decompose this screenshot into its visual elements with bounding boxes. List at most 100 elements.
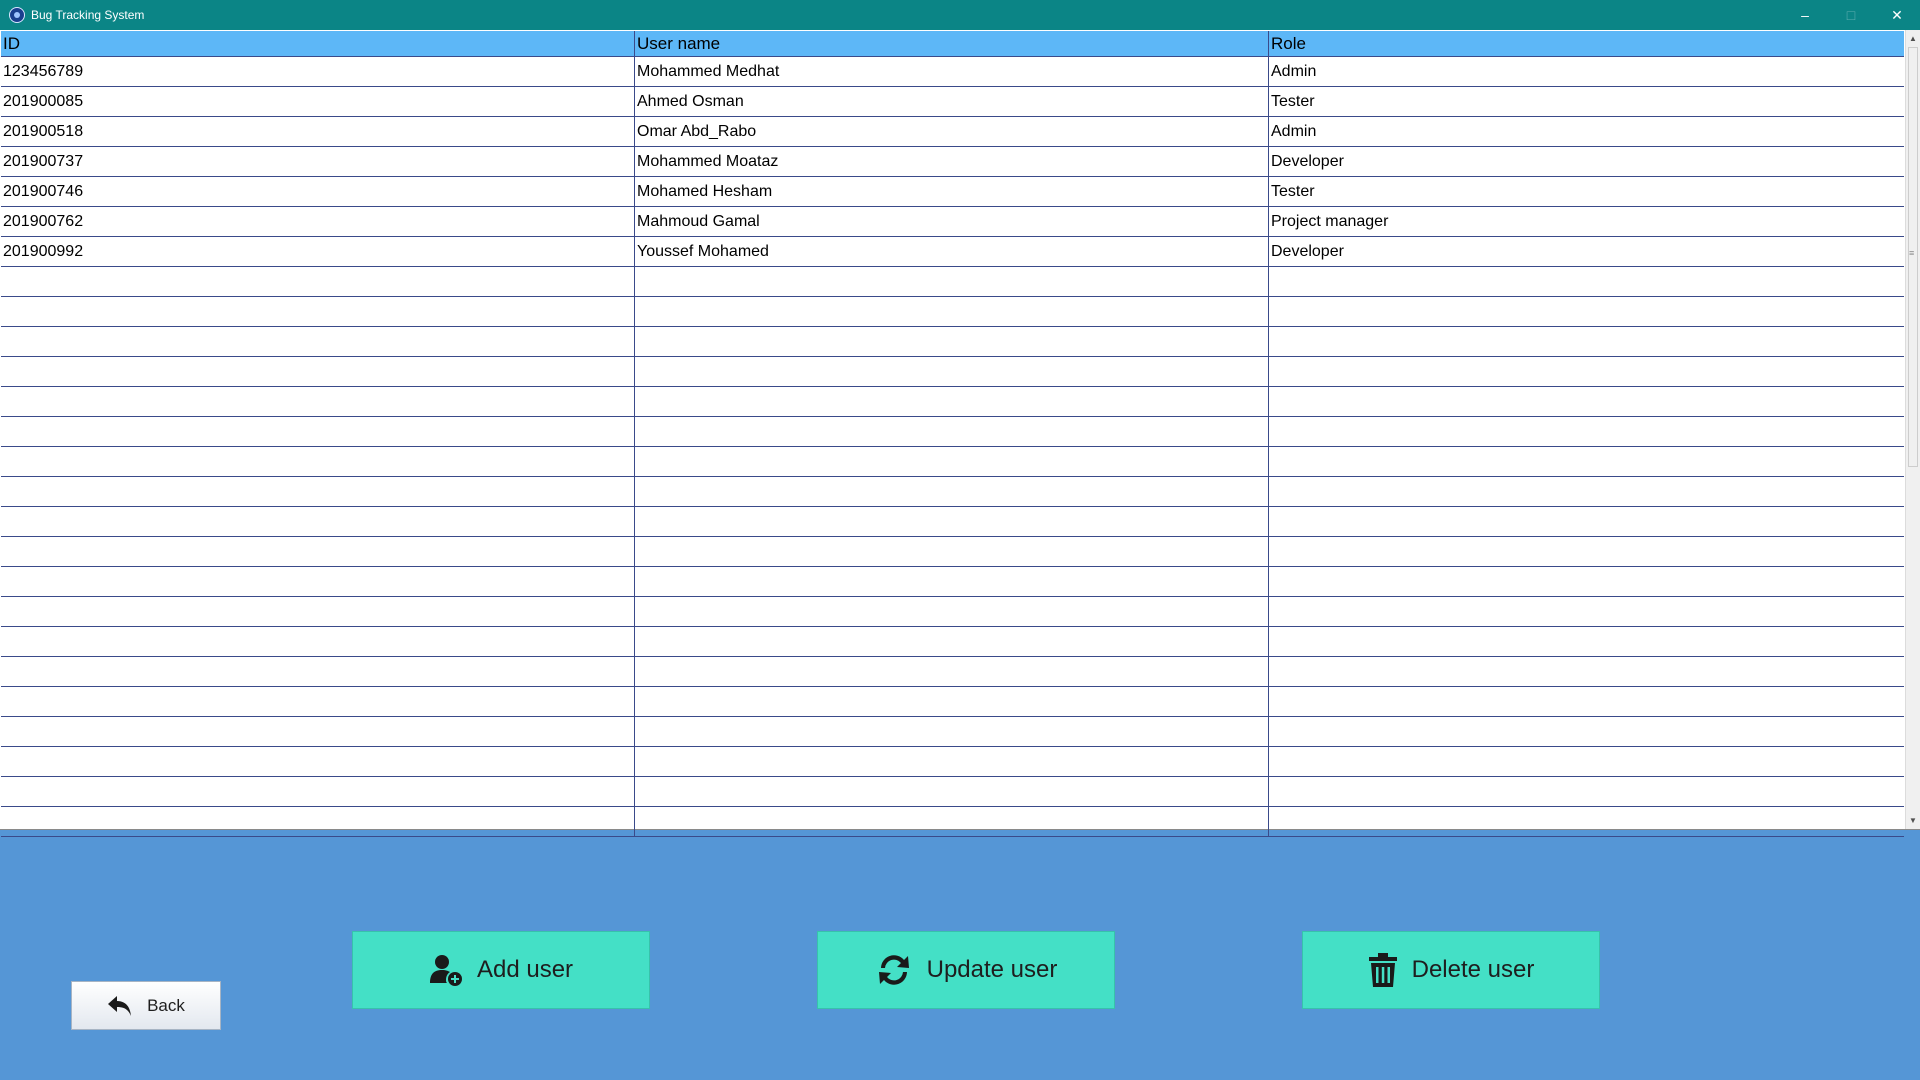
empty-table-row[interactable] xyxy=(1,597,1904,627)
empty-cell[interactable] xyxy=(1,507,635,536)
empty-cell[interactable] xyxy=(1269,717,1904,746)
empty-cell[interactable] xyxy=(1269,627,1904,656)
empty-cell[interactable] xyxy=(1269,747,1904,776)
cell-role[interactable]: Admin xyxy=(1269,57,1904,86)
empty-cell[interactable] xyxy=(635,507,1269,536)
empty-cell[interactable] xyxy=(1269,297,1904,326)
users-table[interactable]: ID User name Role 123456789 Mohammed Medh… xyxy=(0,30,1920,837)
empty-cell[interactable] xyxy=(635,267,1269,296)
empty-cell[interactable] xyxy=(635,297,1269,326)
delete-user-button[interactable]: Delete user xyxy=(1302,931,1600,1009)
cell-id[interactable]: 201900518 xyxy=(1,117,635,146)
empty-table-row[interactable] xyxy=(1,477,1904,507)
table-row[interactable]: 201900762 Mahmoud Gamal Project manager xyxy=(1,207,1904,237)
empty-cell[interactable] xyxy=(635,657,1269,686)
empty-cell[interactable] xyxy=(1,747,635,776)
empty-table-row[interactable] xyxy=(1,807,1904,837)
empty-cell[interactable] xyxy=(1,597,635,626)
vertical-scrollbar[interactable]: ▲ ▼ xyxy=(1905,30,1920,829)
cell-id[interactable]: 201900737 xyxy=(1,147,635,176)
table-row[interactable]: 201900085 Ahmed Osman Tester xyxy=(1,87,1904,117)
empty-table-row[interactable] xyxy=(1,357,1904,387)
back-button[interactable]: Back xyxy=(71,981,221,1030)
empty-table-row[interactable] xyxy=(1,537,1904,567)
empty-table-row[interactable] xyxy=(1,267,1904,297)
empty-cell[interactable] xyxy=(1269,687,1904,716)
empty-table-row[interactable] xyxy=(1,777,1904,807)
cell-id[interactable]: 201900746 xyxy=(1,177,635,206)
table-row[interactable]: 123456789 Mohammed Medhat Admin xyxy=(1,57,1904,87)
empty-cell[interactable] xyxy=(1,627,635,656)
empty-cell[interactable] xyxy=(1,417,635,446)
empty-table-row[interactable] xyxy=(1,657,1904,687)
empty-table-row[interactable] xyxy=(1,627,1904,657)
empty-cell[interactable] xyxy=(635,327,1269,356)
cell-user-name[interactable]: Ahmed Osman xyxy=(635,87,1269,116)
cell-id[interactable]: 123456789 xyxy=(1,57,635,86)
empty-cell[interactable] xyxy=(1269,537,1904,566)
cell-id[interactable]: 201900085 xyxy=(1,87,635,116)
empty-cell[interactable] xyxy=(635,687,1269,716)
empty-cell[interactable] xyxy=(1,567,635,596)
column-header-user-name[interactable]: User name xyxy=(635,31,1269,56)
empty-cell[interactable] xyxy=(1,657,635,686)
minimize-button[interactable]: – xyxy=(1782,0,1828,30)
scroll-thumb[interactable] xyxy=(1908,47,1918,467)
empty-cell[interactable] xyxy=(1269,327,1904,356)
empty-cell[interactable] xyxy=(1269,777,1904,806)
empty-cell[interactable] xyxy=(635,477,1269,506)
cell-role[interactable]: Tester xyxy=(1269,87,1904,116)
table-row[interactable]: 201900746 Mohamed Hesham Tester xyxy=(1,177,1904,207)
empty-cell[interactable] xyxy=(635,387,1269,416)
empty-cell[interactable] xyxy=(635,807,1269,836)
empty-cell[interactable] xyxy=(1,267,635,296)
empty-cell[interactable] xyxy=(1,297,635,326)
empty-table-row[interactable] xyxy=(1,747,1904,777)
scroll-down-arrow-icon[interactable]: ▼ xyxy=(1906,812,1920,829)
cell-id[interactable]: 201900762 xyxy=(1,207,635,236)
empty-cell[interactable] xyxy=(1,477,635,506)
empty-cell[interactable] xyxy=(635,717,1269,746)
empty-table-row[interactable] xyxy=(1,387,1904,417)
cell-user-name[interactable]: Omar Abd_Rabo xyxy=(635,117,1269,146)
empty-cell[interactable] xyxy=(1,357,635,386)
cell-id[interactable]: 201900992 xyxy=(1,237,635,266)
empty-cell[interactable] xyxy=(635,777,1269,806)
empty-cell[interactable] xyxy=(1269,447,1904,476)
cell-role[interactable]: Developer xyxy=(1269,147,1904,176)
empty-cell[interactable] xyxy=(1,687,635,716)
scroll-up-arrow-icon[interactable]: ▲ xyxy=(1906,30,1920,47)
column-header-id[interactable]: ID xyxy=(1,31,635,56)
empty-cell[interactable] xyxy=(1269,597,1904,626)
empty-table-row[interactable] xyxy=(1,567,1904,597)
cell-user-name[interactable]: Youssef Mohamed xyxy=(635,237,1269,266)
empty-cell[interactable] xyxy=(1,387,635,416)
empty-cell[interactable] xyxy=(1,447,635,476)
update-user-button[interactable]: Update user xyxy=(817,931,1115,1009)
cell-user-name[interactable]: Mohammed Medhat xyxy=(635,57,1269,86)
empty-table-row[interactable] xyxy=(1,297,1904,327)
maximize-button[interactable]: □ xyxy=(1828,0,1874,30)
table-row[interactable]: 201900992 Youssef Mohamed Developer xyxy=(1,237,1904,267)
empty-cell[interactable] xyxy=(1,777,635,806)
add-user-button[interactable]: Add user xyxy=(352,931,650,1009)
empty-cell[interactable] xyxy=(1269,357,1904,386)
empty-table-row[interactable] xyxy=(1,717,1904,747)
empty-cell[interactable] xyxy=(635,597,1269,626)
empty-cell[interactable] xyxy=(1,327,635,356)
empty-cell[interactable] xyxy=(1269,657,1904,686)
empty-cell[interactable] xyxy=(1269,417,1904,446)
cell-role[interactable]: Developer xyxy=(1269,237,1904,266)
empty-cell[interactable] xyxy=(635,417,1269,446)
cell-role[interactable]: Project manager xyxy=(1269,207,1904,236)
table-row[interactable]: 201900518 Omar Abd_Rabo Admin xyxy=(1,117,1904,147)
column-header-role[interactable]: Role xyxy=(1269,31,1904,56)
empty-cell[interactable] xyxy=(1269,507,1904,536)
empty-table-row[interactable] xyxy=(1,417,1904,447)
empty-cell[interactable] xyxy=(635,357,1269,386)
empty-cell[interactable] xyxy=(1269,477,1904,506)
cell-user-name[interactable]: Mohamed Hesham xyxy=(635,177,1269,206)
empty-cell[interactable] xyxy=(635,747,1269,776)
cell-user-name[interactable]: Mohammed Moataz xyxy=(635,147,1269,176)
empty-table-row[interactable] xyxy=(1,687,1904,717)
